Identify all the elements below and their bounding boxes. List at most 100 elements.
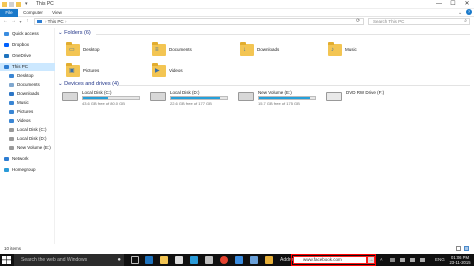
task-view-icon[interactable] — [131, 256, 139, 264]
forward-button[interactable]: → — [10, 18, 17, 25]
desktop-icon: ▭ — [69, 47, 75, 53]
refresh-icon[interactable]: ⟳ — [356, 18, 360, 24]
edge-icon[interactable] — [145, 256, 153, 264]
drive-name: DVD RW Drive (F:) — [346, 90, 385, 95]
folder-label: Documents — [169, 47, 192, 52]
sidebar-item-videos[interactable]: Videos — [0, 117, 55, 125]
drive-name: New Volume (E:) — [258, 90, 292, 95]
drive-icon — [9, 146, 14, 150]
store-icon[interactable] — [175, 256, 183, 264]
sidebar-item-label: Music — [17, 100, 29, 105]
sidebar-item-onedrive[interactable]: OneDrive — [0, 52, 55, 60]
computer-icon — [4, 65, 9, 69]
large-icons-view-icon[interactable] — [464, 246, 469, 251]
sidebar-item-documents[interactable]: Documents — [0, 81, 55, 89]
taskbar-search-placeholder: Search the web and Windows — [21, 257, 88, 263]
quick-access-toolbar-dropdown-icon[interactable]: ▾ — [25, 1, 28, 7]
search-input[interactable]: Search This PC ⌕ — [368, 18, 470, 25]
sidebar-item-music[interactable]: Music — [0, 99, 55, 107]
breadcrumb-this-pc[interactable]: This PC — [48, 19, 64, 24]
content-pane: ⌄ Folders (6) ▭ Desktop ≡ Documents ↓ Do… — [56, 28, 474, 254]
search-placeholder: Search This PC — [373, 19, 405, 24]
sidebar-item-downloads[interactable]: Downloads — [0, 90, 55, 98]
sidebar-item-local-disk-c[interactable]: Local Disk (C:) — [0, 126, 55, 134]
sidebar-item-quick-access[interactable]: Quick access — [0, 30, 55, 38]
properties-icon[interactable] — [9, 2, 14, 7]
back-button[interactable]: ← — [2, 18, 9, 25]
dvd-drive-icon — [326, 92, 342, 101]
tools-icon[interactable] — [205, 256, 213, 264]
sidebar-item-this-pc[interactable]: This PC — [0, 63, 55, 71]
drive-local-disk-c[interactable]: Local Disk (C:) 43.6 GB free of 80.0 GB — [62, 90, 152, 110]
drives-group-header[interactable]: ⌄ Devices and drives (4) — [58, 81, 119, 87]
clock-date: 23-11-2015 — [449, 260, 471, 265]
drive-usage-bar — [82, 96, 140, 100]
drive-free-space: 15.7 GB free of 175 GB — [258, 101, 300, 106]
language-indicator[interactable]: ENG — [435, 254, 445, 266]
app-icon[interactable] — [235, 256, 243, 264]
folder-documents[interactable]: ≡ Documents — [152, 42, 232, 64]
expand-ribbon-icon[interactable]: ⌄ — [458, 10, 462, 16]
sidebar-item-local-disk-d[interactable]: Local Disk (D:) — [0, 135, 55, 143]
drive-usage-fill — [83, 97, 109, 99]
taskbar-search-box[interactable]: Search the web and Windows ● — [14, 254, 124, 266]
sidebar-item-network[interactable]: Network — [0, 155, 55, 163]
ribbon: File Computer View ⌄ ? — [0, 9, 474, 17]
folders-group-header[interactable]: ⌄ Folders (6) — [58, 30, 91, 36]
folder-desktop[interactable]: ▭ Desktop — [66, 42, 146, 64]
computer-icon — [37, 20, 42, 23]
drive-usage-fill — [171, 97, 220, 99]
navigation-pane: Quick access Dropbox OneDrive This PC De… — [0, 28, 55, 254]
address-bar[interactable]: › This PC › — [34, 18, 364, 25]
tab-view[interactable]: View — [48, 9, 66, 17]
volume-icon[interactable] — [410, 258, 415, 262]
folder-music[interactable]: ♪ Music — [328, 42, 408, 64]
tab-computer[interactable]: Computer — [20, 9, 46, 17]
folder-videos[interactable]: ▶ Videos — [152, 63, 232, 85]
close-button[interactable]: ✕ — [460, 0, 474, 9]
drive-local-disk-d[interactable]: Local Disk (D:) 22.6 GB free of 177 GB — [150, 90, 240, 110]
folder-icon: ▭ — [66, 42, 80, 56]
new-folder-icon[interactable] — [16, 2, 21, 7]
sidebar-item-dropbox[interactable]: Dropbox — [0, 41, 55, 49]
sidebar-item-new-volume-e[interactable]: New Volume (E:) — [0, 144, 55, 152]
drive-dvd-rw-f[interactable]: DVD RW Drive (F:) — [326, 90, 416, 110]
drive-new-volume-e[interactable]: New Volume (E:) 15.7 GB free of 175 GB — [238, 90, 328, 110]
pictures-icon: ▣ — [69, 68, 75, 74]
folder-downloads[interactable]: ↓ Downloads — [240, 42, 320, 64]
tab-file[interactable]: File — [0, 9, 18, 17]
desktop-icon — [9, 74, 14, 78]
help-icon[interactable]: ? — [466, 9, 472, 15]
file-explorer-icon[interactable] — [160, 256, 168, 264]
microphone-icon[interactable]: ● — [117, 254, 121, 266]
drive-free-space: 22.6 GB free of 177 GB — [170, 101, 212, 106]
sidebar-item-label: This PC — [12, 64, 29, 69]
maximize-button[interactable]: ☐ — [446, 0, 460, 9]
sidebar-item-pictures[interactable]: Pictures — [0, 108, 55, 116]
sidebar-item-homegroup[interactable]: Homegroup — [0, 166, 55, 174]
clock[interactable]: 01:06 PM 23-11-2015 — [448, 255, 472, 265]
drives-group-title: Devices and drives (4) — [64, 81, 119, 87]
sidebar-item-label: Dropbox — [12, 42, 30, 47]
battery-icon[interactable] — [390, 258, 395, 262]
app-icon[interactable] — [265, 256, 273, 264]
recent-locations-icon[interactable]: ▾ — [17, 18, 24, 25]
details-view-icon[interactable] — [456, 246, 461, 251]
sidebar-item-desktop[interactable]: Desktop — [0, 72, 55, 80]
up-button[interactable]: ↑ — [24, 18, 31, 25]
windows-start-icon[interactable] — [2, 256, 11, 264]
notification-icon[interactable] — [420, 258, 425, 262]
folder-icon: ↓ — [240, 42, 254, 56]
folder-icon: ≡ — [152, 42, 166, 56]
breadcrumb-separator-icon: › — [63, 19, 67, 24]
chrome-icon[interactable] — [220, 256, 228, 264]
show-hidden-icons-icon[interactable]: ˄ — [380, 254, 383, 266]
file-explorer-window: ▾ This PC — ☐ ✕ File Computer View ⌄ ? ←… — [0, 0, 474, 254]
app-icon[interactable] — [250, 256, 258, 264]
network-icon[interactable] — [400, 258, 405, 262]
folder-icon: ▣ — [66, 63, 80, 77]
sidebar-item-label: Videos — [17, 118, 31, 123]
search-icon: ⌕ — [464, 18, 467, 24]
mail-icon[interactable] — [190, 256, 198, 264]
minimize-button[interactable]: — — [432, 0, 446, 9]
